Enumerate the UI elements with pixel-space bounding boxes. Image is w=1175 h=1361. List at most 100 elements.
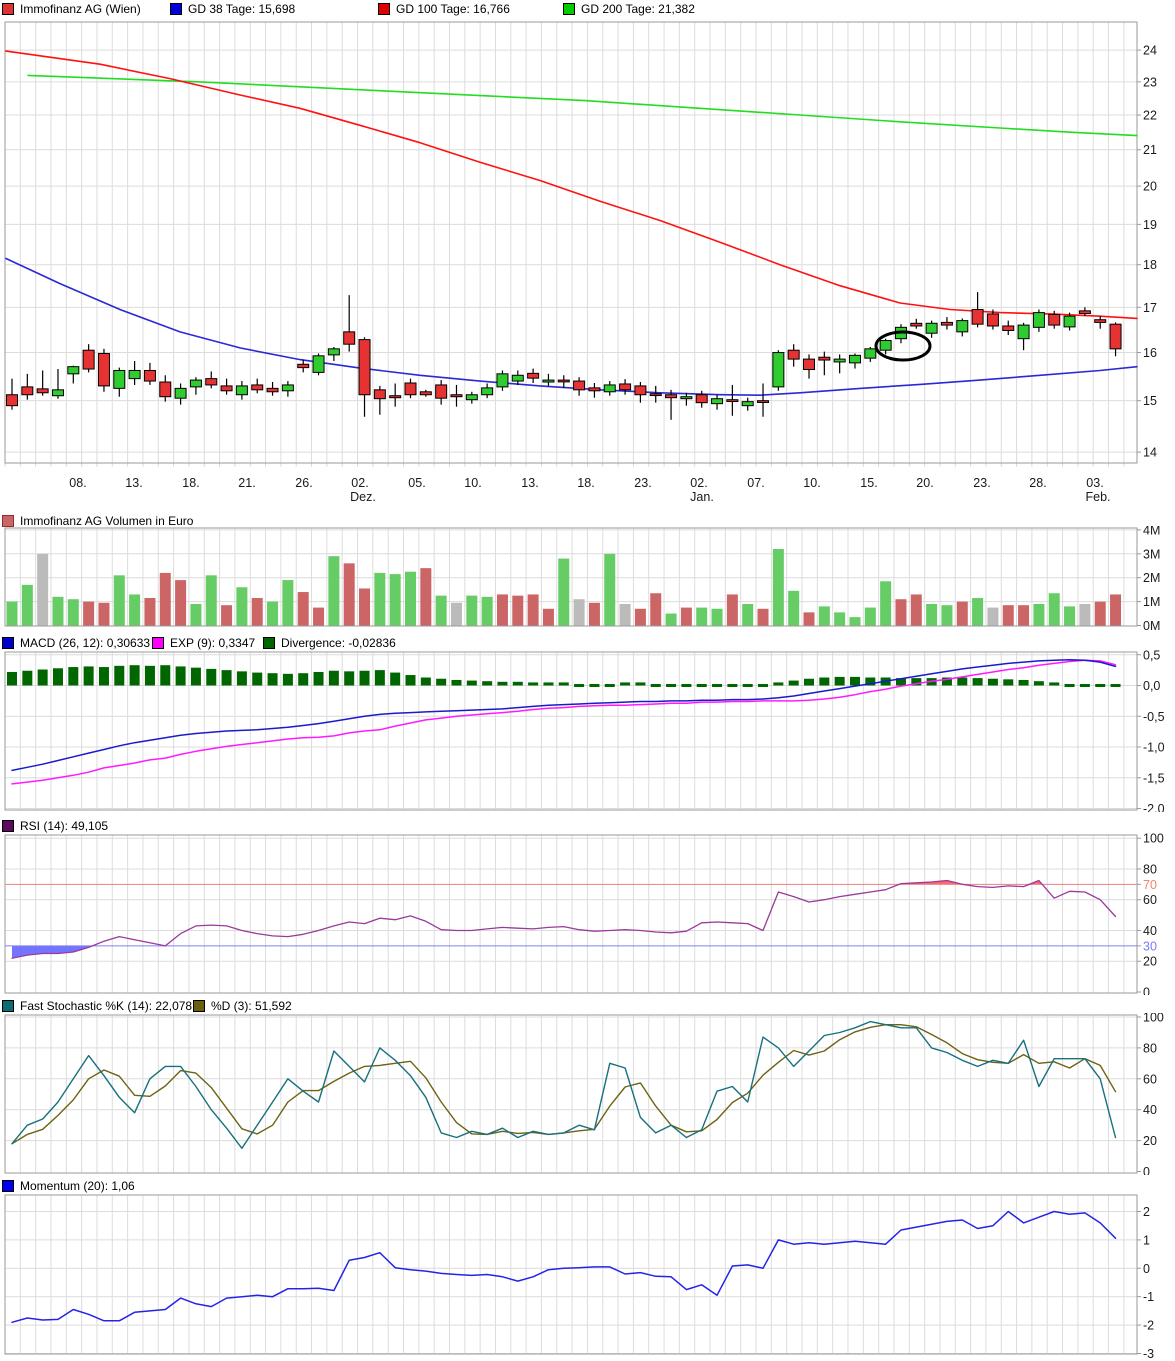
svg-text:07.: 07. bbox=[747, 476, 764, 490]
svg-text:20.: 20. bbox=[916, 476, 933, 490]
svg-text:100: 100 bbox=[1143, 1013, 1164, 1025]
svg-text:10.: 10. bbox=[803, 476, 820, 490]
legend-label: Immofinanz AG (Wien) bbox=[20, 2, 141, 16]
legend-item: Momentum (20): 1,06 bbox=[2, 1179, 135, 1193]
svg-text:28.: 28. bbox=[1029, 476, 1046, 490]
legend-label: EXP (9): 0,3347 bbox=[170, 636, 255, 650]
legend-swatch-icon bbox=[2, 637, 14, 649]
svg-text:02.: 02. bbox=[690, 476, 707, 490]
svg-text:23.: 23. bbox=[634, 476, 651, 490]
svg-text:-2: -2 bbox=[1143, 1319, 1154, 1333]
legend-swatch-icon bbox=[152, 637, 164, 649]
svg-text:-1,0: -1,0 bbox=[1143, 741, 1165, 755]
vertical-gridlines bbox=[5, 835, 1124, 993]
legend-label: GD 200 Tage: 21,382 bbox=[581, 2, 695, 16]
svg-text:80: 80 bbox=[1143, 862, 1157, 876]
legend-label: Divergence: -0,02836 bbox=[281, 636, 396, 650]
svg-text:20: 20 bbox=[1143, 180, 1157, 194]
svg-text:Dez.: Dez. bbox=[350, 490, 376, 504]
svg-text:20: 20 bbox=[1143, 955, 1157, 969]
legend-item: GD 38 Tage: 15,698 bbox=[170, 2, 295, 16]
legend-label: RSI (14): 49,105 bbox=[20, 819, 108, 833]
legend-label: MACD (26, 12): 0,30633 bbox=[20, 636, 150, 650]
svg-text:0,5: 0,5 bbox=[1143, 650, 1160, 662]
svg-text:Jan.: Jan. bbox=[690, 490, 714, 504]
vertical-gridlines bbox=[5, 1015, 1124, 1173]
svg-text:2: 2 bbox=[1143, 1205, 1150, 1219]
legend-swatch-icon bbox=[170, 3, 182, 15]
legend-label: %D (3): 51,592 bbox=[211, 999, 292, 1013]
svg-text:21.: 21. bbox=[238, 476, 255, 490]
legend-swatch-icon bbox=[2, 1000, 14, 1012]
svg-text:16: 16 bbox=[1143, 346, 1157, 360]
svg-text:1M: 1M bbox=[1143, 595, 1160, 609]
svg-text:23: 23 bbox=[1143, 75, 1157, 89]
legend-label: Fast Stochastic %K (14): 22,078 bbox=[20, 999, 192, 1013]
svg-text:-0,5: -0,5 bbox=[1143, 710, 1165, 724]
legend-swatch-icon bbox=[563, 3, 575, 15]
svg-text:Feb.: Feb. bbox=[1085, 490, 1110, 504]
svg-text:4M: 4M bbox=[1143, 526, 1160, 537]
legend-item: GD 200 Tage: 21,382 bbox=[563, 2, 695, 16]
svg-text:14: 14 bbox=[1143, 446, 1157, 460]
svg-text:3M: 3M bbox=[1143, 547, 1160, 561]
svg-text:2M: 2M bbox=[1143, 571, 1160, 585]
legend-swatch-icon bbox=[2, 820, 14, 832]
momentum-axis-labels: 210-1-2-3 bbox=[1137, 1205, 1154, 1359]
vertical-gridlines bbox=[5, 652, 1124, 810]
legend-label: Momentum (20): 1,06 bbox=[20, 1179, 135, 1193]
stochastic-axis-labels: 100806040200 bbox=[1137, 1013, 1164, 1175]
horizontal-gridlines bbox=[5, 838, 1137, 961]
svg-text:05.: 05. bbox=[408, 476, 425, 490]
legend-item: Divergence: -0,02836 bbox=[263, 636, 396, 650]
svg-text:13.: 13. bbox=[521, 476, 538, 490]
svg-text:13.: 13. bbox=[125, 476, 142, 490]
svg-text:22: 22 bbox=[1143, 109, 1157, 123]
svg-text:24: 24 bbox=[1143, 44, 1157, 58]
macd-panel: 0,50,0-0,5-1,0-1,5-2,0 bbox=[0, 650, 1175, 812]
legend-item: GD 100 Tage: 16,766 bbox=[378, 2, 510, 16]
svg-text:60: 60 bbox=[1143, 1072, 1157, 1086]
svg-text:18: 18 bbox=[1143, 258, 1157, 272]
svg-text:03.: 03. bbox=[1086, 476, 1103, 490]
svg-text:21: 21 bbox=[1143, 143, 1157, 157]
svg-text:-3: -3 bbox=[1143, 1347, 1154, 1359]
legend-item: Immofinanz AG (Wien) bbox=[2, 2, 141, 16]
svg-text:18.: 18. bbox=[577, 476, 594, 490]
percent-d-line bbox=[12, 1025, 1116, 1144]
legend-label: GD 38 Tage: 15,698 bbox=[188, 2, 295, 16]
svg-text:30: 30 bbox=[1143, 939, 1157, 953]
svg-text:0: 0 bbox=[1143, 1262, 1150, 1276]
svg-text:0: 0 bbox=[1143, 1165, 1150, 1175]
legend-swatch-icon bbox=[2, 3, 14, 15]
svg-text:40: 40 bbox=[1143, 1103, 1157, 1117]
stochastic-panel: 100806040200 bbox=[0, 1013, 1175, 1175]
rsi-panel: 1008070604030200 bbox=[0, 833, 1175, 995]
momentum-line bbox=[12, 1212, 1116, 1323]
legend-label: GD 100 Tage: 16,766 bbox=[396, 2, 510, 16]
legend-item: %D (3): 51,592 bbox=[193, 999, 292, 1013]
legend-swatch-icon bbox=[263, 637, 275, 649]
macd-axis-labels: 0,50,0-0,5-1,0-1,5-2,0 bbox=[1137, 650, 1165, 812]
svg-text:15.: 15. bbox=[860, 476, 877, 490]
svg-text:10.: 10. bbox=[464, 476, 481, 490]
legend-item: EXP (9): 0,3347 bbox=[152, 636, 255, 650]
legend-swatch-icon bbox=[378, 3, 390, 15]
volume-axis-labels: 4M 3M 2M 1M 0M bbox=[1137, 526, 1160, 630]
vertical-gridlines bbox=[5, 1195, 1124, 1354]
svg-text:-1,5: -1,5 bbox=[1143, 771, 1165, 785]
svg-text:0M: 0M bbox=[1143, 619, 1160, 630]
svg-text:70: 70 bbox=[1143, 878, 1157, 892]
moving-average-lines bbox=[6, 51, 1137, 395]
svg-text:-2,0: -2,0 bbox=[1143, 802, 1165, 812]
price-chart-panel: 242322212019181716151408.13.18.21.26.02.… bbox=[0, 20, 1175, 506]
legend-swatch-icon bbox=[193, 1000, 205, 1012]
date-axis-labels: 08.13.18.21.26.02.Dez.05.10.13.18.23.02.… bbox=[69, 476, 1110, 504]
svg-text:60: 60 bbox=[1143, 893, 1157, 907]
svg-text:23.: 23. bbox=[973, 476, 990, 490]
rsi-axis-labels: 1008070604030200 bbox=[1137, 833, 1164, 995]
svg-text:20: 20 bbox=[1143, 1134, 1157, 1148]
svg-text:-1: -1 bbox=[1143, 1290, 1154, 1304]
svg-text:100: 100 bbox=[1143, 833, 1164, 846]
price-axis-labels: 2423222120191817161514 bbox=[1137, 44, 1157, 460]
